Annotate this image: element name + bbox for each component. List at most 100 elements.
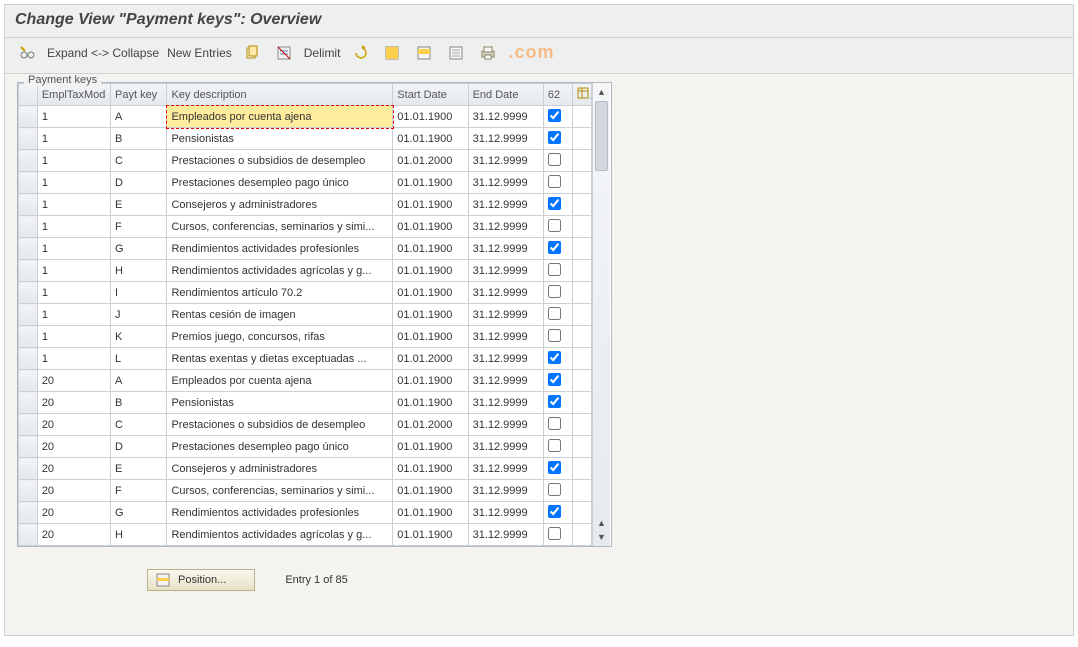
cell-end-date[interactable]: 31.12.9999	[468, 414, 543, 436]
scroll-track[interactable]	[593, 99, 610, 516]
cell-key-description[interactable]: Prestaciones o subsidios de desempleo	[167, 150, 393, 172]
row-selector[interactable]	[19, 216, 38, 238]
position-button[interactable]: Position...	[147, 569, 255, 591]
cell-empl-tax-mod[interactable]: 20	[37, 524, 110, 546]
cell-empl-tax-mod[interactable]: 1	[37, 238, 110, 260]
cell-start-date[interactable]: 01.01.1900	[393, 194, 468, 216]
new-entries-button[interactable]: New Entries	[167, 46, 232, 60]
row-selector[interactable]	[19, 150, 38, 172]
cell-62-checkbox[interactable]	[543, 436, 572, 458]
cell-start-date[interactable]: 01.01.1900	[393, 172, 468, 194]
row-selector[interactable]	[19, 194, 38, 216]
cell-end-date[interactable]: 31.12.9999	[468, 458, 543, 480]
row-selector[interactable]	[19, 282, 38, 304]
cell-payt-key[interactable]: I	[111, 282, 167, 304]
cell-key-description[interactable]: Prestaciones desempleo pago único	[167, 436, 393, 458]
cell-62-checkbox[interactable]	[543, 128, 572, 150]
cell-end-date[interactable]: 31.12.9999	[468, 106, 543, 128]
cell-start-date[interactable]: 01.01.1900	[393, 524, 468, 546]
cell-start-date[interactable]: 01.01.1900	[393, 392, 468, 414]
cell-payt-key[interactable]: E	[111, 194, 167, 216]
col-empl-tax-mod[interactable]: EmplTaxMod	[37, 84, 110, 106]
cell-key-description[interactable]: Premios juego, concursos, rifas	[167, 326, 393, 348]
cell-payt-key[interactable]: G	[111, 502, 167, 524]
row-selector[interactable]	[19, 436, 38, 458]
checkbox-62[interactable]	[548, 373, 561, 386]
table-settings-button[interactable]	[573, 84, 592, 106]
cell-start-date[interactable]: 01.01.2000	[393, 150, 468, 172]
checkbox-62[interactable]	[548, 241, 561, 254]
cell-key-description[interactable]: Rentas exentas y dietas exceptuadas ...	[167, 348, 393, 370]
cell-key-description[interactable]: Rendimientos artículo 70.2	[167, 282, 393, 304]
cell-start-date[interactable]: 01.01.1900	[393, 458, 468, 480]
print-button[interactable]	[476, 43, 500, 63]
cell-empl-tax-mod[interactable]: 20	[37, 414, 110, 436]
cell-62-checkbox[interactable]	[543, 348, 572, 370]
cell-key-description[interactable]: Pensionistas	[167, 392, 393, 414]
cell-end-date[interactable]: 31.12.9999	[468, 392, 543, 414]
checkbox-62[interactable]	[548, 505, 561, 518]
select-block-button[interactable]	[412, 43, 436, 63]
cell-62-checkbox[interactable]	[543, 282, 572, 304]
col-payt-key[interactable]: Payt key	[111, 84, 167, 106]
cell-end-date[interactable]: 31.12.9999	[468, 150, 543, 172]
cell-empl-tax-mod[interactable]: 1	[37, 128, 110, 150]
scroll-up-button[interactable]: ▲	[595, 85, 609, 99]
cell-end-date[interactable]: 31.12.9999	[468, 348, 543, 370]
cell-end-date[interactable]: 31.12.9999	[468, 436, 543, 458]
cell-empl-tax-mod[interactable]: 20	[37, 370, 110, 392]
cell-empl-tax-mod[interactable]: 1	[37, 282, 110, 304]
cell-end-date[interactable]: 31.12.9999	[468, 128, 543, 150]
cell-start-date[interactable]: 01.01.1900	[393, 436, 468, 458]
checkbox-62[interactable]	[548, 285, 561, 298]
cell-end-date[interactable]: 31.12.9999	[468, 524, 543, 546]
cell-start-date[interactable]: 01.01.1900	[393, 216, 468, 238]
cell-start-date[interactable]: 01.01.2000	[393, 414, 468, 436]
row-selector[interactable]	[19, 348, 38, 370]
cell-start-date[interactable]: 01.01.1900	[393, 480, 468, 502]
row-selector[interactable]	[19, 524, 38, 546]
cell-payt-key[interactable]: H	[111, 260, 167, 282]
cell-62-checkbox[interactable]	[543, 414, 572, 436]
checkbox-62[interactable]	[548, 109, 561, 122]
delimit-button[interactable]: Delimit	[304, 46, 341, 60]
cell-end-date[interactable]: 31.12.9999	[468, 370, 543, 392]
cell-payt-key[interactable]: F	[111, 216, 167, 238]
cell-empl-tax-mod[interactable]: 1	[37, 304, 110, 326]
cell-empl-tax-mod[interactable]: 1	[37, 326, 110, 348]
row-selector[interactable]	[19, 370, 38, 392]
scroll-down-page-button[interactable]: ▲	[595, 516, 609, 530]
col-end-date[interactable]: End Date	[468, 84, 543, 106]
checkbox-62[interactable]	[548, 439, 561, 452]
cell-start-date[interactable]: 01.01.1900	[393, 238, 468, 260]
cell-62-checkbox[interactable]	[543, 260, 572, 282]
cell-62-checkbox[interactable]	[543, 370, 572, 392]
cell-empl-tax-mod[interactable]: 20	[37, 502, 110, 524]
cell-62-checkbox[interactable]	[543, 480, 572, 502]
cell-end-date[interactable]: 31.12.9999	[468, 238, 543, 260]
cell-empl-tax-mod[interactable]: 20	[37, 436, 110, 458]
cell-end-date[interactable]: 31.12.9999	[468, 282, 543, 304]
cell-key-description[interactable]: Rentas cesión de imagen	[167, 304, 393, 326]
cell-empl-tax-mod[interactable]: 20	[37, 480, 110, 502]
cell-empl-tax-mod[interactable]: 20	[37, 392, 110, 414]
checkbox-62[interactable]	[548, 219, 561, 232]
checkbox-62[interactable]	[548, 131, 561, 144]
cell-end-date[interactable]: 31.12.9999	[468, 260, 543, 282]
select-all-button[interactable]	[380, 43, 404, 63]
cell-62-checkbox[interactable]	[543, 150, 572, 172]
checkbox-62[interactable]	[548, 417, 561, 430]
checkbox-62[interactable]	[548, 263, 561, 276]
cell-key-description[interactable]: Consejeros y administradores	[167, 194, 393, 216]
cell-end-date[interactable]: 31.12.9999	[468, 172, 543, 194]
copy-as-button[interactable]	[240, 43, 264, 63]
row-selector[interactable]	[19, 458, 38, 480]
cell-key-description[interactable]: Prestaciones desempleo pago único	[167, 172, 393, 194]
cell-empl-tax-mod[interactable]: 1	[37, 216, 110, 238]
cell-empl-tax-mod[interactable]: 1	[37, 172, 110, 194]
row-selector[interactable]	[19, 106, 38, 128]
row-selector[interactable]	[19, 392, 38, 414]
checkbox-62[interactable]	[548, 307, 561, 320]
expand-collapse-button[interactable]: Expand <-> Collapse	[47, 46, 159, 60]
checkbox-62[interactable]	[548, 461, 561, 474]
